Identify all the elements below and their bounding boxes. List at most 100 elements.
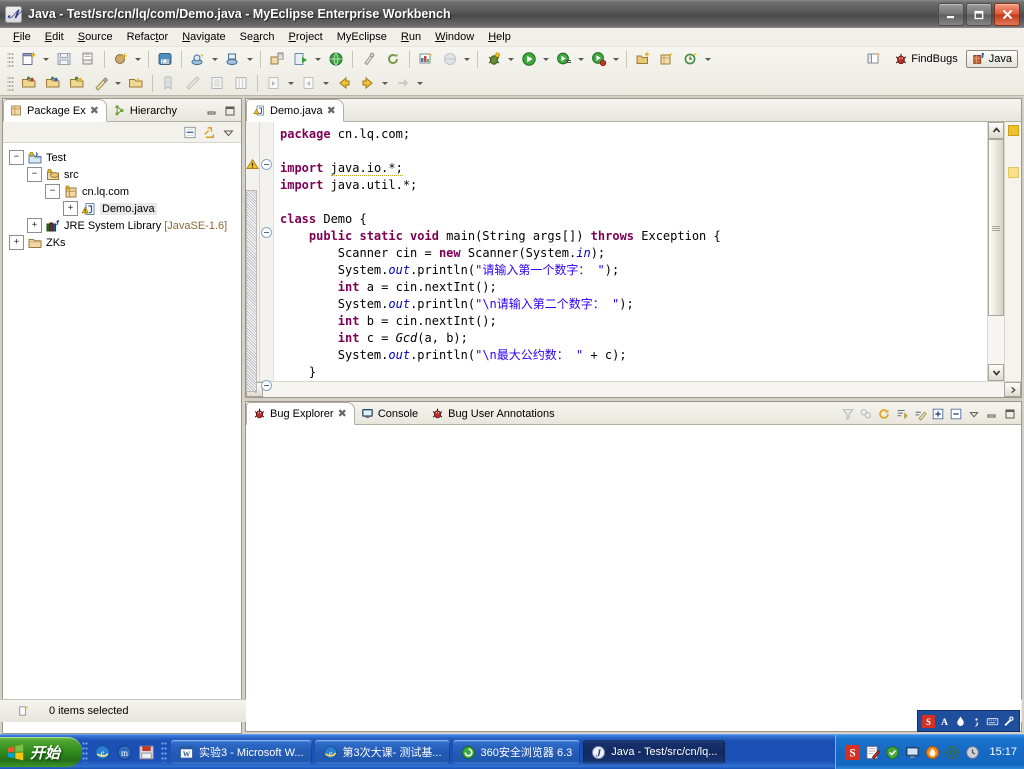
- menu-item-source[interactable]: Source: [71, 30, 120, 44]
- coverage-dropdown-arrow[interactable]: [611, 49, 620, 69]
- forward-icon[interactable]: [357, 72, 379, 94]
- minimize-button[interactable]: [938, 3, 964, 26]
- deploy-dropdown-arrow[interactable]: [245, 49, 254, 69]
- tree-item-package[interactable]: − cn.lq.com: [9, 183, 241, 200]
- outline-list-icon[interactable]: [206, 72, 228, 94]
- view-menu-icon[interactable]: [220, 124, 236, 140]
- findbugs-button[interactable]: FindBugs: [890, 51, 961, 67]
- warning-marker[interactable]: [1008, 125, 1019, 136]
- toggle-mark-icon[interactable]: [158, 72, 180, 94]
- minimize-icon[interactable]: [984, 406, 1000, 422]
- tab-bug-user-annotations[interactable]: Bug User Annotations: [425, 403, 561, 424]
- ime-language-bar[interactable]: S A: [917, 710, 1020, 732]
- new-deployment-icon[interactable]: [187, 48, 209, 70]
- maximize-icon[interactable]: [222, 103, 238, 119]
- folding-ruler[interactable]: [260, 122, 274, 391]
- tab-demo-java[interactable]: Demo.java ✖: [246, 99, 344, 122]
- ruler-icon[interactable]: [182, 72, 204, 94]
- view-menu-icon[interactable]: [966, 406, 982, 422]
- toggle-link-dropdown-arrow[interactable]: [415, 73, 424, 93]
- new-annotation-dropdown-arrow[interactable]: [703, 49, 712, 69]
- expander-icon[interactable]: +: [9, 235, 24, 250]
- open-type-dropdown-arrow[interactable]: [133, 49, 142, 69]
- package-explorer-tree-body[interactable]: − Test − src − cn.lq.com + Demo.java + J…: [3, 143, 241, 733]
- maximize-icon[interactable]: [1002, 406, 1018, 422]
- toolbar-grip-2[interactable]: [7, 75, 14, 91]
- db-explorer-icon[interactable]: [415, 48, 437, 70]
- collapse-all-icon[interactable]: [182, 124, 198, 140]
- edit-icon[interactable]: [912, 406, 928, 422]
- deploy-icon[interactable]: [222, 48, 244, 70]
- db-browser-dropdown-arrow[interactable]: [462, 49, 471, 69]
- tree-item-demo-java[interactable]: + Demo.java: [9, 200, 241, 217]
- annotation-ruler[interactable]: [246, 122, 260, 392]
- open-perspective-icon[interactable]: [863, 48, 885, 70]
- save-icon[interactable]: [53, 48, 75, 70]
- scroll-down-button[interactable]: [988, 364, 1004, 381]
- refresh-icon[interactable]: [876, 406, 892, 422]
- run-server-icon[interactable]: [290, 48, 312, 70]
- new-deployment-dropdown-arrow[interactable]: [210, 49, 219, 69]
- expander-icon[interactable]: +: [63, 201, 78, 216]
- debug-icon[interactable]: [483, 48, 505, 70]
- bug-explorer-content[interactable]: [246, 425, 1021, 731]
- scroll-track[interactable]: [988, 139, 1004, 364]
- link-with-editor-icon[interactable]: [201, 124, 217, 140]
- print-icon[interactable]: [77, 48, 99, 70]
- scroll-thumb[interactable]: [988, 139, 1004, 316]
- group-icon[interactable]: [858, 406, 874, 422]
- perspective-java-button[interactable]: Java: [965, 50, 1018, 68]
- maximize-button[interactable]: [966, 3, 992, 26]
- toggle-link-icon[interactable]: [392, 72, 414, 94]
- tasks-grip[interactable]: [161, 741, 168, 763]
- prev-annotation-icon[interactable]: [298, 72, 320, 94]
- menu-item-help[interactable]: Help: [481, 30, 518, 44]
- expand-all-icon[interactable]: [930, 406, 946, 422]
- tab-hierarchy[interactable]: Hierarchy: [107, 100, 184, 121]
- run-history-dropdown-arrow[interactable]: [576, 49, 585, 69]
- tree-item-test[interactable]: − Test: [9, 149, 241, 166]
- db-browser-icon[interactable]: [439, 48, 461, 70]
- start-button[interactable]: 开始: [0, 737, 83, 767]
- debug-dropdown-arrow[interactable]: [506, 49, 515, 69]
- tab-package-explorer[interactable]: Package Ex ✖: [3, 99, 107, 122]
- new-java-class-icon[interactable]: [656, 48, 678, 70]
- menu-item-navigate[interactable]: Navigate: [175, 30, 232, 44]
- warning-marker[interactable]: [1008, 167, 1019, 178]
- menu-item-search[interactable]: Search: [233, 30, 282, 44]
- overview-ruler[interactable]: [1004, 122, 1021, 381]
- editor-vertical-scrollbar[interactable]: [987, 122, 1004, 381]
- prev-annotation-dropdown-arrow[interactable]: [321, 73, 330, 93]
- run-dropdown-arrow[interactable]: [541, 49, 550, 69]
- menu-item-window[interactable]: Window: [428, 30, 481, 44]
- scroll-up-button[interactable]: [988, 122, 1004, 139]
- task-button-browser360[interactable]: 360安全浏览器 6.3: [452, 740, 581, 764]
- menu-item-refactor[interactable]: Refactor: [120, 30, 176, 44]
- menu-item-project[interactable]: Project: [282, 30, 330, 44]
- open-folder-yellow-icon[interactable]: [66, 72, 88, 94]
- search-pencil-dropdown-arrow[interactable]: [113, 73, 122, 93]
- menu-item-run[interactable]: Run: [394, 30, 428, 44]
- next-annotation-dropdown-arrow[interactable]: [286, 73, 295, 93]
- new-java-package-icon[interactable]: [632, 48, 654, 70]
- sort-icon[interactable]: [894, 406, 910, 422]
- source-code[interactable]: package cn.lq.com; import java.io.*; imp…: [274, 122, 987, 381]
- tree-item-src[interactable]: − src: [9, 166, 241, 183]
- expander-icon[interactable]: +: [27, 218, 42, 233]
- close-button[interactable]: [994, 3, 1020, 26]
- next-annotation-icon[interactable]: [263, 72, 285, 94]
- open-resource-icon[interactable]: [125, 72, 147, 94]
- code-text-area[interactable]: package cn.lq.com; import java.io.*; imp…: [274, 122, 987, 381]
- search-pencil-icon[interactable]: [90, 72, 112, 94]
- menu-item-edit[interactable]: Edit: [38, 30, 71, 44]
- coverage-icon[interactable]: [588, 48, 610, 70]
- editor-horizontal-scrollbar[interactable]: [246, 381, 1021, 397]
- task-button-ie[interactable]: e 第3次大课- 测试基...: [314, 740, 450, 764]
- quick-launch-grip[interactable]: [82, 741, 89, 763]
- tab-bug-explorer[interactable]: Bug Explorer ✖: [246, 402, 355, 425]
- open-browser-icon[interactable]: [325, 48, 347, 70]
- task-button-eclipse[interactable]: J Java - Test/src/cn/lq...: [583, 740, 726, 764]
- outline-column-icon[interactable]: [230, 72, 252, 94]
- close-icon[interactable]: ✖: [90, 104, 99, 117]
- task-button-word[interactable]: W 实验3 - Microsoft W...: [171, 740, 312, 764]
